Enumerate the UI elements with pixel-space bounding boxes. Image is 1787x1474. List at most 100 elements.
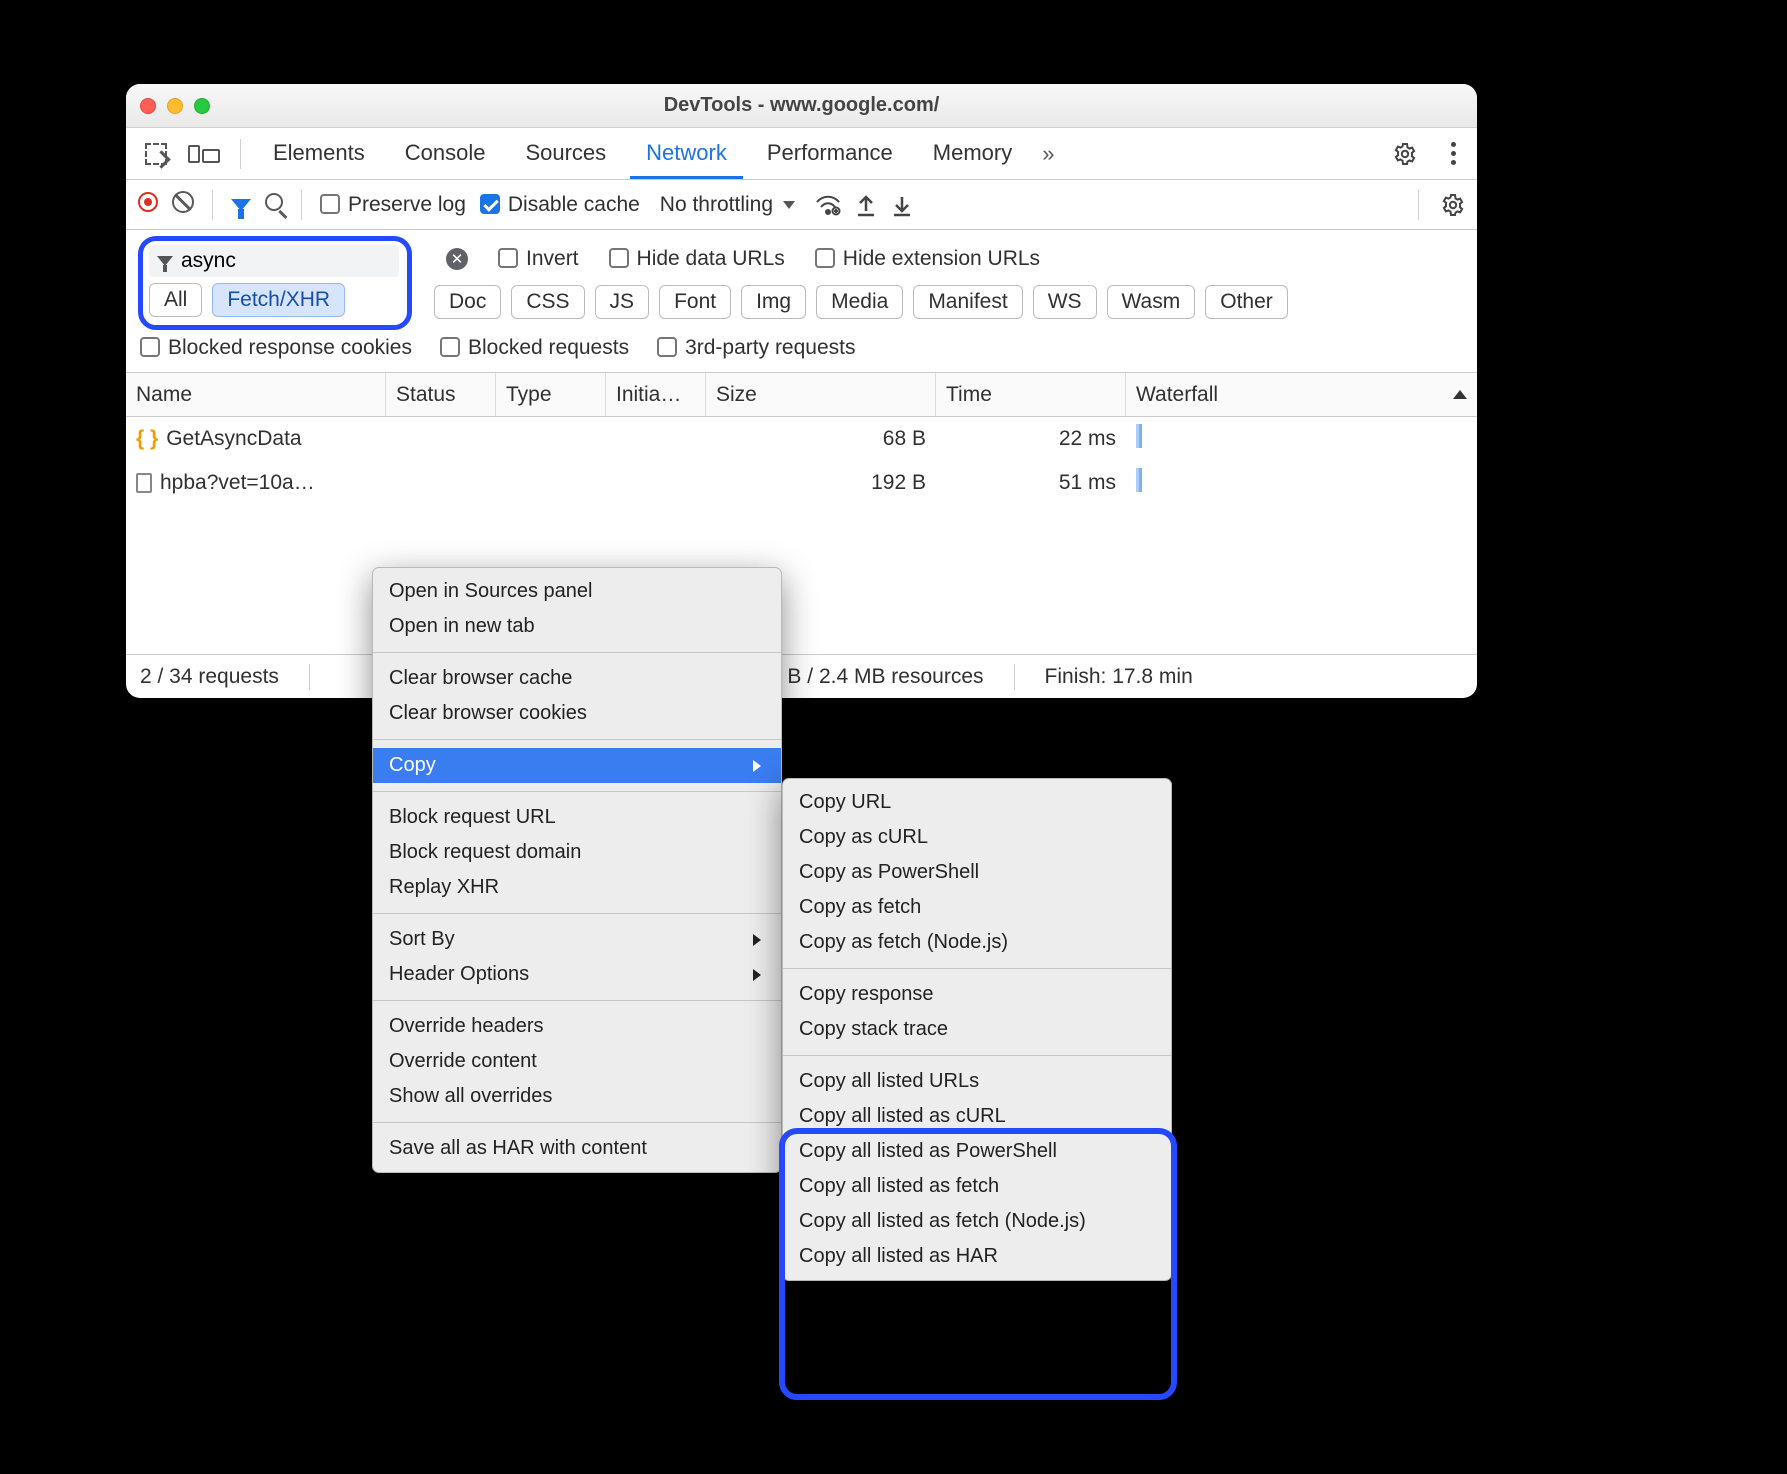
throttling-select[interactable]: No throttling bbox=[654, 193, 801, 217]
menu-item-copy-all-listed-as-har[interactable]: Copy all listed as HAR bbox=[783, 1239, 1171, 1274]
menu-item-override-headers[interactable]: Override headers bbox=[373, 1009, 781, 1044]
menu-item-clear-browser-cache[interactable]: Clear browser cache bbox=[373, 661, 781, 696]
separator bbox=[309, 664, 310, 690]
col-type[interactable]: Type bbox=[496, 373, 606, 416]
menu-item-save-all-as-har-with-content[interactable]: Save all as HAR with content bbox=[373, 1131, 781, 1166]
col-time[interactable]: Time bbox=[936, 373, 1126, 416]
request-table-header[interactable]: Name Status Type Initia… Size Time Water… bbox=[126, 373, 1477, 417]
record-button[interactable] bbox=[138, 192, 158, 218]
close-window-button[interactable] bbox=[140, 98, 156, 114]
tab-memory[interactable]: Memory bbox=[917, 128, 1028, 179]
settings-gear-icon[interactable] bbox=[1385, 134, 1425, 174]
blocked-cookies-checkbox[interactable]: Blocked response cookies bbox=[140, 336, 412, 360]
separator bbox=[1418, 190, 1419, 220]
menu-item-header-options[interactable]: Header Options bbox=[373, 957, 781, 992]
export-har-icon[interactable] bbox=[891, 193, 913, 217]
tab-sources[interactable]: Sources bbox=[509, 128, 622, 179]
filter-chip-img[interactable]: Img bbox=[741, 285, 806, 319]
menu-item-copy-as-powershell[interactable]: Copy as PowerShell bbox=[783, 855, 1171, 890]
menu-item-block-request-domain[interactable]: Block request domain bbox=[373, 835, 781, 870]
menu-item-show-all-overrides[interactable]: Show all overrides bbox=[373, 1079, 781, 1114]
menu-item-copy-all-listed-urls[interactable]: Copy all listed URLs bbox=[783, 1064, 1171, 1099]
tab-console[interactable]: Console bbox=[389, 128, 502, 179]
tab-network[interactable]: Network bbox=[630, 128, 743, 179]
table-row[interactable]: hpba?vet=10a…192 B51 ms bbox=[126, 461, 1477, 505]
filter-chip-fetch-xhr[interactable]: Fetch/XHR bbox=[212, 283, 345, 317]
filter-chip-other[interactable]: Other bbox=[1205, 285, 1288, 319]
filter-chip-all[interactable]: All bbox=[149, 283, 202, 317]
menu-item-copy-all-listed-as-fetch[interactable]: Copy all listed as fetch bbox=[783, 1169, 1171, 1204]
menu-separator bbox=[373, 652, 781, 653]
kebab-menu-icon[interactable] bbox=[1433, 134, 1473, 174]
menu-item-copy-stack-trace[interactable]: Copy stack trace bbox=[783, 1012, 1171, 1047]
menu-item-copy-as-fetch[interactable]: Copy as fetch bbox=[783, 890, 1171, 925]
tab-performance[interactable]: Performance bbox=[751, 128, 909, 179]
filter-text-field[interactable] bbox=[181, 249, 391, 273]
menu-item-replay-xhr[interactable]: Replay XHR bbox=[373, 870, 781, 905]
filter-chip-font[interactable]: Font bbox=[659, 285, 731, 319]
filter-chip-media[interactable]: Media bbox=[816, 285, 903, 319]
copy-submenu[interactable]: Copy URLCopy as cURLCopy as PowerShellCo… bbox=[782, 778, 1172, 1281]
blocked-requests-checkbox[interactable]: Blocked requests bbox=[440, 336, 629, 360]
preserve-log-checkbox[interactable]: Preserve log bbox=[320, 193, 466, 217]
menu-item-copy-response[interactable]: Copy response bbox=[783, 977, 1171, 1012]
hide-data-urls-checkbox[interactable]: Hide data URLs bbox=[609, 247, 785, 271]
search-icon[interactable] bbox=[265, 193, 283, 217]
table-row[interactable]: { }GetAsyncData68 B22 ms bbox=[126, 417, 1477, 461]
filter-chip-wasm[interactable]: Wasm bbox=[1107, 285, 1196, 319]
col-initiator[interactable]: Initia… bbox=[606, 373, 706, 416]
invert-checkbox[interactable]: Invert bbox=[498, 247, 579, 271]
hide-extension-urls-checkbox[interactable]: Hide extension URLs bbox=[815, 247, 1040, 271]
request-context-menu[interactable]: Open in Sources panel Open in new tab Clea… bbox=[372, 567, 782, 1173]
menu-item-copy-as-curl[interactable]: Copy as cURL bbox=[783, 820, 1171, 855]
menu-item-sort-by[interactable]: Sort By bbox=[373, 922, 781, 957]
request-table-body: { }GetAsyncData68 B22 mshpba?vet=10a…192… bbox=[126, 417, 1477, 505]
menu-item-label: Copy URL bbox=[799, 791, 891, 814]
tab-elements[interactable]: Elements bbox=[257, 128, 381, 179]
menu-item-copy-all-listed-as-powershell[interactable]: Copy all listed as PowerShell bbox=[783, 1134, 1171, 1169]
menu-item-copy-url[interactable]: Copy URL bbox=[783, 785, 1171, 820]
col-waterfall[interactable]: Waterfall bbox=[1126, 373, 1477, 416]
filter-toggle-icon[interactable] bbox=[231, 193, 251, 217]
menu-item-open-in-sources-panel[interactable]: Open in Sources panel bbox=[373, 574, 781, 609]
menu-item-label: Save all as HAR with content bbox=[389, 1137, 647, 1160]
menu-item-copy-as-fetch-node-js-[interactable]: Copy as fetch (Node.js) bbox=[783, 925, 1171, 960]
col-name[interactable]: Name bbox=[126, 373, 386, 416]
col-size[interactable]: Size bbox=[706, 373, 936, 416]
device-toggle-icon[interactable] bbox=[184, 134, 224, 174]
third-party-checkbox[interactable]: 3rd-party requests bbox=[657, 336, 855, 360]
filter-chip-js[interactable]: JS bbox=[595, 285, 650, 319]
inspect-element-icon[interactable] bbox=[136, 134, 176, 174]
cell-time: 22 ms bbox=[936, 427, 1126, 451]
menu-item-copy-all-listed-as-curl[interactable]: Copy all listed as cURL bbox=[783, 1099, 1171, 1134]
waterfall-bar bbox=[1136, 468, 1142, 492]
menu-item-copy[interactable]: Copy bbox=[373, 748, 781, 783]
filter-chip-manifest[interactable]: Manifest bbox=[913, 285, 1022, 319]
disable-cache-checkbox[interactable]: Disable cache bbox=[480, 193, 640, 217]
col-status[interactable]: Status bbox=[386, 373, 496, 416]
menu-item-open-in-new-tab[interactable]: Open in new tab bbox=[373, 609, 781, 644]
import-har-icon[interactable] bbox=[855, 193, 877, 217]
minimize-window-button[interactable] bbox=[167, 98, 183, 114]
filter-input[interactable] bbox=[149, 245, 399, 277]
filter-chip-ws[interactable]: WS bbox=[1033, 285, 1097, 319]
filter-chip-doc[interactable]: Doc bbox=[434, 285, 501, 319]
zoom-window-button[interactable] bbox=[194, 98, 210, 114]
menu-item-copy-all-listed-as-fetch-node-js-[interactable]: Copy all listed as fetch (Node.js) bbox=[783, 1204, 1171, 1239]
filter-chip-css[interactable]: CSS bbox=[511, 285, 584, 319]
menu-item-override-content[interactable]: Override content bbox=[373, 1044, 781, 1079]
menu-item-label: Clear browser cookies bbox=[389, 702, 587, 725]
menu-item-clear-browser-cookies[interactable]: Clear browser cookies bbox=[373, 696, 781, 731]
menu-item-label: Copy all listed as cURL bbox=[799, 1105, 1006, 1128]
menu-item-label: Open in new tab bbox=[389, 615, 535, 638]
clear-button[interactable] bbox=[172, 191, 194, 219]
menu-item-block-request-url[interactable]: Block request URL bbox=[373, 800, 781, 835]
status-finish: Finish: 17.8 min bbox=[1045, 665, 1193, 689]
network-settings-gear-icon[interactable] bbox=[1441, 193, 1465, 217]
clear-filter-icon[interactable]: ✕ bbox=[446, 248, 468, 270]
separator bbox=[240, 139, 241, 169]
network-conditions-icon[interactable] bbox=[815, 194, 841, 216]
tabs-overflow-button[interactable]: » bbox=[1036, 141, 1060, 167]
menu-item-label: Copy all listed as fetch bbox=[799, 1175, 999, 1198]
network-toolbar: Preserve log Disable cache No throttling bbox=[126, 180, 1477, 230]
